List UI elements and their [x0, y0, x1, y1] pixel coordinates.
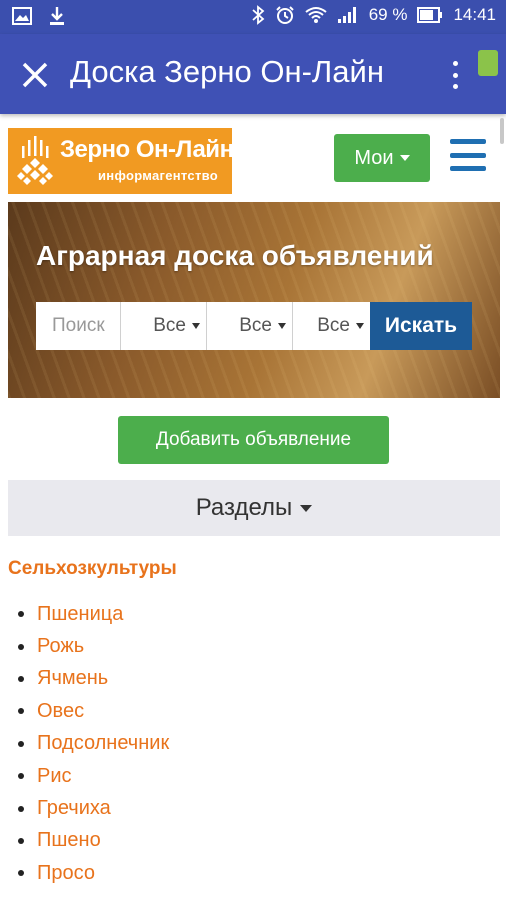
bluetooth-icon — [251, 5, 265, 25]
logo-subtitle: информагентство — [98, 168, 218, 183]
overflow-menu-icon[interactable] — [448, 58, 462, 92]
list-item[interactable]: Рожь — [8, 630, 169, 662]
list-item[interactable]: Гречиха — [8, 792, 169, 824]
web-content: Зерно Он-Лайн информагентство Мои Аграрн… — [0, 114, 506, 900]
scrollbar[interactable] — [500, 118, 504, 144]
my-dropdown-button[interactable]: Мои — [334, 134, 430, 182]
filter-select-2-value: Все — [239, 315, 272, 336]
sections-toggle[interactable]: Разделы — [8, 480, 500, 536]
hero-banner: Аграрная доска объявлений Все Все Все Ис… — [8, 202, 500, 398]
status-bar: 69 % 14:41 — [0, 0, 506, 34]
search-button[interactable]: Искать — [370, 302, 472, 350]
sections-label: Разделы — [195, 494, 293, 521]
logo-name: Зерно Он-Лайн — [60, 136, 234, 163]
chevron-down-icon — [300, 504, 313, 512]
gallery-icon — [12, 7, 32, 25]
clock: 14:41 — [453, 5, 496, 24]
chevron-down-icon — [399, 155, 410, 161]
wifi-icon — [305, 6, 327, 24]
logo[interactable]: Зерно Он-Лайн информагентство — [8, 128, 234, 194]
search-form: Все Все Все Искать — [36, 302, 472, 350]
add-listing-button[interactable]: Добавить объявление — [118, 416, 389, 464]
filter-select-1[interactable]: Все — [120, 302, 206, 350]
search-input[interactable] — [36, 302, 120, 350]
list-item[interactable]: Просо — [8, 857, 169, 889]
my-button-label: Мои — [354, 146, 394, 169]
filter-select-3-value: Все — [317, 315, 350, 336]
hero-title: Аграрная доска объявлений — [36, 240, 434, 271]
battery-percent: 69 % — [368, 5, 408, 24]
list-item[interactable]: Пшеница — [8, 598, 169, 630]
app-title: Доска Зерно Он-Лайн — [70, 54, 384, 89]
list-item[interactable]: Пшено — [8, 825, 169, 857]
alarm-icon — [275, 5, 295, 25]
close-icon[interactable] — [18, 58, 52, 92]
category-heading[interactable]: Сельхозкультуры — [8, 558, 177, 580]
sim-card-icon — [478, 50, 498, 76]
filter-select-2[interactable]: Все — [206, 302, 292, 350]
filter-select-3[interactable]: Все — [292, 302, 370, 350]
filter-select-1-value: Все — [153, 315, 186, 336]
list-item[interactable]: Овес — [8, 695, 169, 727]
hamburger-icon[interactable] — [450, 139, 486, 171]
download-icon — [48, 6, 66, 26]
category-list: Пшеница Рожь Ячмень Овес Подсолнечник Ри… — [8, 598, 169, 890]
list-item[interactable]: Ячмень — [8, 663, 169, 695]
signal-icon — [337, 6, 359, 24]
list-item[interactable]: Подсолнечник — [8, 728, 169, 760]
app-bar: Доска Зерно Он-Лайн — [0, 34, 506, 114]
dropdown-arrow-icon — [278, 323, 286, 329]
logo-mark-icon — [17, 136, 53, 185]
dropdown-arrow-icon — [356, 323, 364, 329]
list-item[interactable]: Рис — [8, 760, 169, 792]
dropdown-arrow-icon — [192, 323, 200, 329]
battery-icon — [417, 7, 443, 23]
